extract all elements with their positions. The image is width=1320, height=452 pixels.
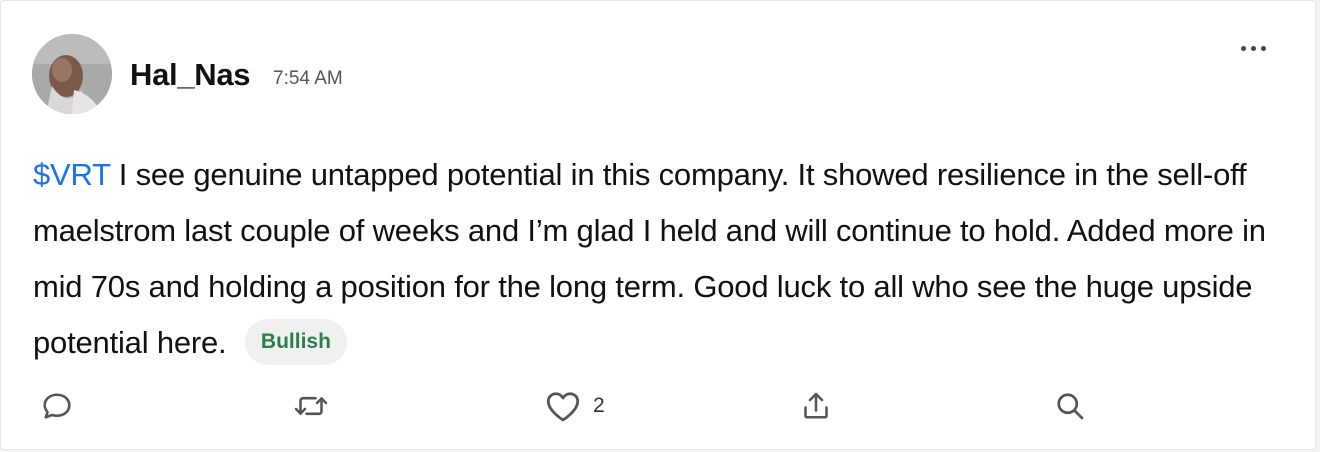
more-horizontal-icon xyxy=(1260,45,1266,51)
more-horizontal-icon xyxy=(1240,45,1246,51)
ticker-link[interactable]: $VRT xyxy=(33,157,111,192)
more-options-button[interactable] xyxy=(1233,37,1273,59)
share-button[interactable] xyxy=(798,386,834,426)
avatar[interactable] xyxy=(32,34,112,114)
more-horizontal-icon xyxy=(1250,45,1256,51)
like-button[interactable]: 2 xyxy=(543,386,605,426)
post-text: I see genuine untapped potential in this… xyxy=(33,157,1266,360)
share-icon xyxy=(804,392,828,419)
repost-icon xyxy=(294,396,328,416)
username[interactable]: Hal_Nas xyxy=(130,57,251,93)
like-count: 2 xyxy=(593,394,605,417)
sentiment-badge: Bullish xyxy=(244,318,347,365)
post-body: $VRT I see genuine untapped potential in… xyxy=(33,147,1293,371)
avatar-image xyxy=(32,34,112,114)
post-timestamp: 7:54 AM xyxy=(273,68,343,89)
comment-icon xyxy=(43,393,71,419)
search-button[interactable] xyxy=(1052,386,1088,426)
post-card: Hal_Nas 7:54 AM $VRT I see genuine untap… xyxy=(0,0,1316,450)
action-bar: 2 xyxy=(1,386,1317,426)
heart-icon xyxy=(546,392,580,422)
repost-button[interactable] xyxy=(291,386,331,426)
reply-button[interactable] xyxy=(39,386,75,426)
search-icon xyxy=(1057,393,1084,420)
